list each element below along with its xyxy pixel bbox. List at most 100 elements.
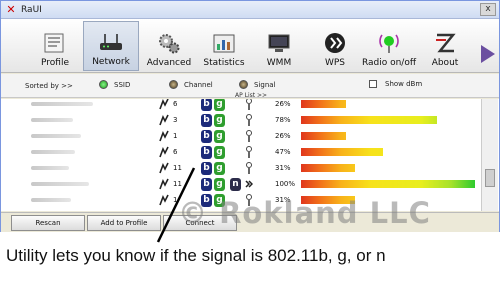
channel-icon <box>159 194 169 206</box>
security-icon <box>246 130 252 142</box>
sort-signal-option[interactable]: Signal <box>239 80 276 89</box>
mode-g-badge: g <box>214 162 225 175</box>
signal-percent: 78% <box>275 116 291 124</box>
ap-row[interactable]: 6 b g 47% <box>1 145 481 160</box>
tab-radio-on-off[interactable]: Radio on/off <box>361 21 417 71</box>
sort-channel-label: Channel <box>184 80 213 89</box>
tab-statistics[interactable]: Statistics <box>196 21 252 71</box>
tab-advanced[interactable]: Advanced <box>141 21 197 71</box>
sort-bar: Sorted by >> SSID Channel Signal Show dB… <box>1 74 499 99</box>
ap-row[interactable]: 11 b g 31% <box>1 161 481 176</box>
tab-network[interactable]: Network <box>83 21 139 71</box>
mode-g-badge: g <box>214 99 225 111</box>
signal-percent: 26% <box>275 100 291 108</box>
tab-advanced-label: Advanced <box>146 58 192 68</box>
sort-channel-option[interactable]: Channel <box>169 80 213 89</box>
channel-number: 6 <box>173 100 178 108</box>
tab-profile-label: Profile <box>41 58 69 68</box>
mode-b-badge: b <box>201 162 212 175</box>
ssid-redacted <box>31 102 93 106</box>
router-icon <box>97 30 125 54</box>
mode-g-badge: g <box>214 130 225 143</box>
signal-radio-icon[interactable] <box>239 80 248 89</box>
tab-wps-label: WPS <box>324 58 346 68</box>
wps-icon <box>321 31 349 55</box>
signal-bar <box>301 100 346 108</box>
gears-icon <box>155 31 183 55</box>
scroll-thumb[interactable] <box>485 169 495 187</box>
title-bar: ✕ RaUI x <box>1 1 499 19</box>
scrollbar[interactable] <box>481 99 498 211</box>
signal-bar-track <box>301 148 475 156</box>
mode-g-badge: g <box>214 178 225 191</box>
ssid-redacted <box>31 198 71 202</box>
ssid-redacted <box>31 134 81 138</box>
toolbar: Profile Network Advanced Statistics WMM <box>1 19 499 73</box>
ap-row[interactable]: 11 b g n 100% <box>1 177 481 192</box>
tab-radio-on-off-label: Radio on/off <box>361 58 417 68</box>
ssid-redacted <box>31 150 75 154</box>
mode-b-badge: b <box>201 146 212 159</box>
tab-statistics-label: Statistics <box>203 58 245 68</box>
signal-bar <box>301 148 383 156</box>
close-button[interactable]: x <box>480 3 496 16</box>
tab-about[interactable]: About <box>417 21 473 71</box>
signal-percent: 31% <box>275 164 291 172</box>
mode-b-badge: b <box>201 178 212 191</box>
ap-list: 6 b g 26% 3 b g 78% 1 b g 26% 6 b g 47% 11 b g 31% 11 b g n 100%… <box>1 99 499 211</box>
wps-icon <box>245 180 253 188</box>
channel-number: 11 <box>173 164 182 172</box>
about-icon <box>431 31 459 55</box>
signal-percent: 26% <box>275 132 291 140</box>
signal-bar-track <box>301 116 475 124</box>
window-title: RaUI <box>21 4 42 15</box>
ap-row[interactable]: 3 b g 78% <box>1 113 481 128</box>
mode-b-badge: b <box>201 114 212 127</box>
sort-ssid-option[interactable]: SSID <box>99 80 130 89</box>
wmm-icon <box>265 31 293 55</box>
sort-ssid-label: SSID <box>114 80 131 89</box>
signal-bar <box>301 132 346 140</box>
ssid-redacted <box>31 182 89 186</box>
ap-row[interactable]: 6 b g 26% <box>1 99 481 112</box>
watermark: © Rokland LLC <box>178 196 431 230</box>
mode-g-badge: g <box>214 146 225 159</box>
mode-n-badge: n <box>230 178 241 191</box>
show-dbm-checkbox[interactable] <box>369 80 377 88</box>
signal-percent: 47% <box>275 148 291 156</box>
tab-wmm[interactable]: WMM <box>251 21 307 71</box>
ssid-redacted <box>31 118 73 122</box>
show-dbm-option[interactable]: Show dBm <box>369 80 422 88</box>
signal-bar <box>301 180 475 188</box>
show-dbm-label: Show dBm <box>385 80 423 88</box>
channel-radio-icon[interactable] <box>169 80 178 89</box>
statistics-icon <box>210 31 238 55</box>
channel-icon <box>159 130 169 142</box>
channel-icon <box>159 99 169 110</box>
next-arrow-icon[interactable] <box>481 45 495 63</box>
tab-profile[interactable]: Profile <box>27 21 83 71</box>
channel-icon <box>159 162 169 174</box>
signal-percent: 100% <box>275 180 296 188</box>
ap-list-label[interactable]: AP List >> <box>235 92 267 99</box>
add-to-profile-button[interactable]: Add to Profile <box>87 215 161 231</box>
mode-g-badge: g <box>214 114 225 127</box>
signal-bar-track <box>301 180 475 188</box>
channel-icon <box>159 178 169 190</box>
channel-number: 1 <box>173 196 178 204</box>
tab-about-label: About <box>431 58 459 68</box>
ap-row[interactable]: 1 b g 26% <box>1 129 481 144</box>
ssid-redacted <box>31 166 69 170</box>
signal-bar-track <box>301 132 475 140</box>
channel-icon <box>159 114 169 126</box>
tab-wmm-label: WMM <box>266 58 292 68</box>
radio-icon <box>375 31 403 55</box>
signal-bar-track <box>301 164 475 172</box>
app-logo-icon: ✕ <box>6 2 16 16</box>
security-icon <box>246 114 252 126</box>
channel-icon <box>159 146 169 158</box>
tab-wps[interactable]: WPS <box>307 21 363 71</box>
ssid-radio-icon[interactable] <box>99 80 108 89</box>
rescan-button[interactable]: Rescan <box>11 215 85 231</box>
signal-bar-track <box>301 100 475 108</box>
